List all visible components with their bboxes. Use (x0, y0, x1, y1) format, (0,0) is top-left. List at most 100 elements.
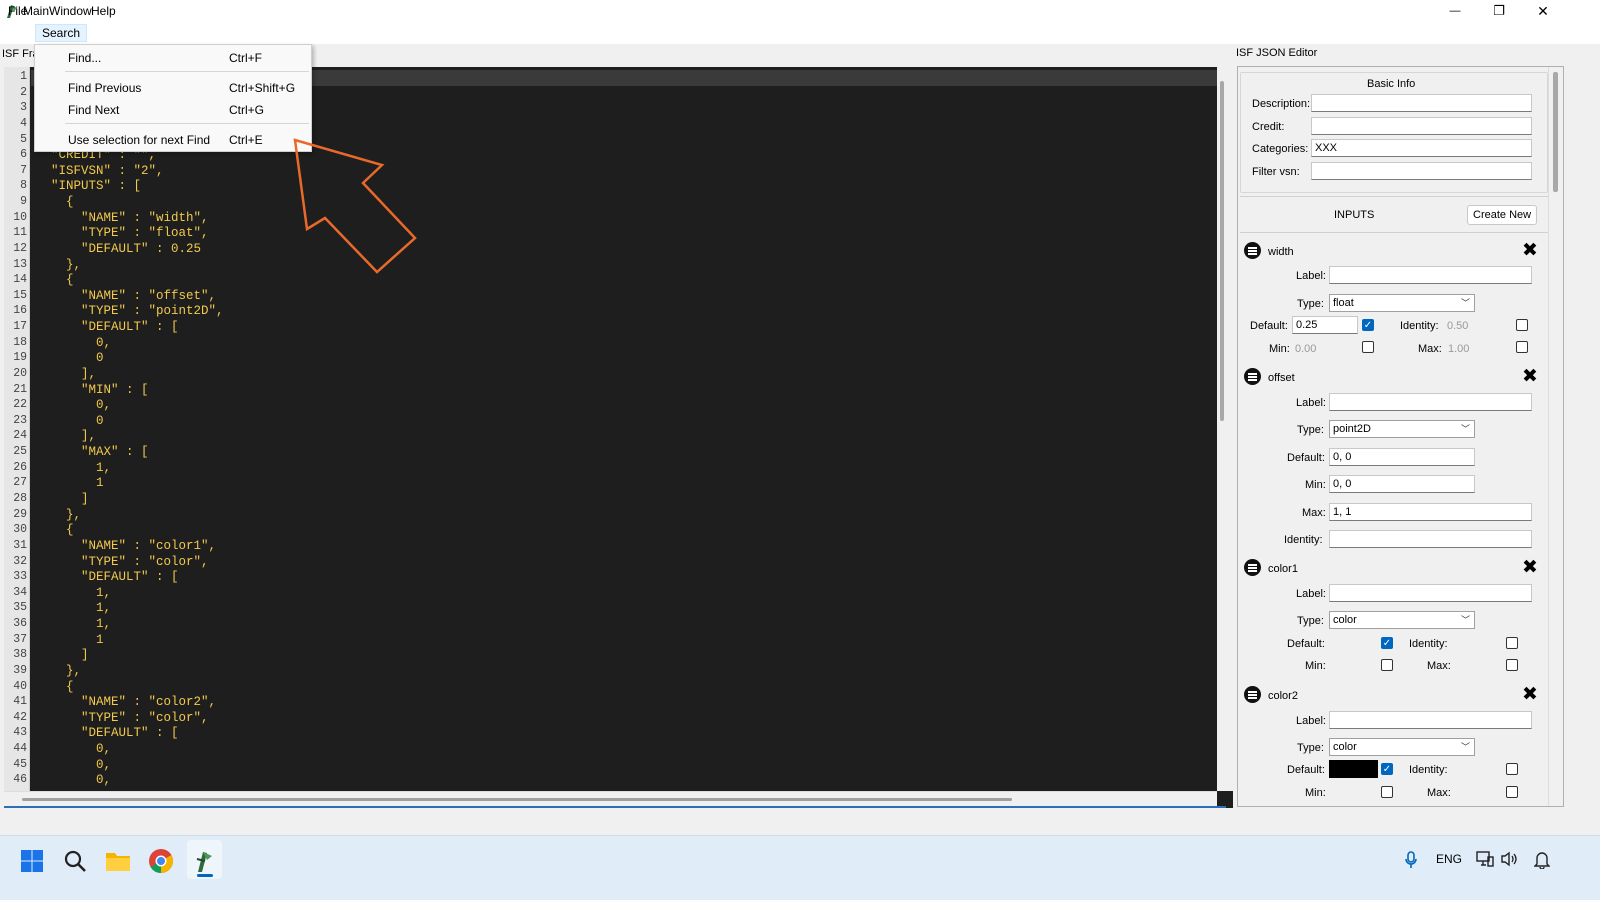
code-line: 1, (36, 617, 112, 632)
description-field[interactable] (1311, 94, 1532, 112)
network-icon[interactable] (1476, 851, 1494, 870)
menu-item-use-selection[interactable]: Use selection for next Find Ctrl+E (35, 130, 311, 150)
max-field[interactable]: 1, 1 (1329, 503, 1532, 521)
search-icon[interactable] (61, 847, 89, 875)
identity-checkbox[interactable] (1516, 319, 1528, 331)
line-number: 30 (13, 523, 27, 537)
identity-checkbox[interactable] (1506, 637, 1518, 649)
type-select-value: color (1333, 614, 1357, 626)
volume-icon[interactable] (1500, 851, 1518, 870)
default-label: Default: (1287, 638, 1325, 650)
menu-item-find-previous[interactable]: Find Previous Ctrl+Shift+G (35, 78, 311, 98)
collapse-icon[interactable] (1244, 242, 1261, 259)
menu-help[interactable]: Help (85, 3, 122, 19)
max-color-swatch[interactable] (1454, 656, 1502, 674)
default-checkbox[interactable]: ✓ (1381, 763, 1393, 775)
line-number: 3 (20, 101, 27, 115)
line-number: 45 (13, 757, 27, 771)
isf-editor-app-icon[interactable] (190, 847, 218, 875)
microphone-icon[interactable] (1404, 851, 1418, 872)
label-field[interactable] (1329, 393, 1532, 411)
default-checkbox[interactable]: ✓ (1362, 319, 1374, 331)
input-name: color2 (1268, 690, 1298, 702)
line-number: 43 (13, 726, 27, 740)
categories-field[interactable]: XXX (1311, 139, 1532, 157)
min-field[interactable]: 0, 0 (1329, 475, 1475, 493)
menu-item-find-next[interactable]: Find Next Ctrl+G (35, 100, 311, 120)
input-name: offset (1268, 372, 1295, 384)
default-checkbox[interactable]: ✓ (1381, 637, 1393, 649)
type-select[interactable]: color ﹀ (1329, 738, 1475, 756)
credit-field[interactable] (1311, 117, 1532, 135)
line-number: 39 (13, 663, 27, 677)
line-number-gutter: 1 2 3 4 5 6 7 8 9 10 11 12 13 14 15 16 17 18 19 20 21 22 23 24 2… (4, 67, 30, 808)
menu-item-shortcut: Ctrl+Shift+G (229, 81, 296, 95)
min-color-swatch[interactable] (1329, 656, 1378, 674)
code-line: "NAME" : "color2", (36, 695, 217, 710)
type-select[interactable]: color ﹀ (1329, 611, 1475, 629)
max-checkbox[interactable] (1506, 786, 1518, 798)
identity-value[interactable]: 0.50 (1447, 320, 1468, 332)
menu-search[interactable]: Search (35, 24, 88, 42)
type-select[interactable]: point2D ﹀ (1329, 420, 1475, 438)
max-color-swatch[interactable] (1454, 783, 1502, 801)
identity-label: Identity: (1409, 764, 1448, 776)
categories-label: Categories: (1252, 143, 1309, 155)
label-field[interactable] (1329, 711, 1532, 729)
delete-input-icon[interactable]: ✖ (1522, 367, 1538, 386)
chrome-icon[interactable] (147, 847, 175, 875)
menu-item-find[interactable]: Find... Ctrl+F (35, 48, 311, 68)
type-select[interactable]: float ﹀ (1329, 294, 1475, 312)
panel-vertical-scroll-thumb[interactable] (1553, 72, 1558, 192)
identity-color-swatch[interactable] (1454, 760, 1502, 778)
editor-vertical-scroll-thumb[interactable] (1220, 81, 1224, 421)
default-color-swatch[interactable] (1329, 760, 1378, 778)
line-number: 25 (13, 445, 27, 459)
max-value[interactable]: 1.00 (1448, 343, 1469, 355)
menu-file[interactable]: File (2, 3, 33, 19)
filter-vsn-field[interactable] (1311, 162, 1532, 180)
line-number: 13 (13, 257, 27, 271)
code-line: 0, (36, 398, 112, 413)
code-line: 1, (36, 460, 112, 475)
delete-input-icon[interactable]: ✖ (1522, 558, 1538, 577)
language-indicator[interactable]: ENG (1436, 852, 1462, 866)
collapse-icon[interactable] (1244, 686, 1261, 703)
identity-color-swatch[interactable] (1454, 634, 1502, 652)
identity-label: Identity: (1409, 638, 1448, 650)
editor-horizontal-scroll-thumb[interactable] (22, 798, 1012, 801)
label-label: Label: (1296, 270, 1326, 282)
identity-checkbox[interactable] (1506, 763, 1518, 775)
code-line: "TYPE" : "color", (36, 710, 209, 725)
windows-start-icon[interactable] (18, 847, 46, 875)
max-checkbox[interactable] (1516, 341, 1528, 353)
create-new-button[interactable]: Create New (1467, 205, 1538, 225)
code-line: 0, (36, 757, 112, 772)
default-field[interactable]: 0.25 (1292, 316, 1358, 334)
label-field[interactable] (1329, 266, 1532, 284)
inputs-heading: INPUTS (1334, 209, 1375, 221)
min-checkbox[interactable] (1381, 786, 1393, 798)
code-line: { (36, 523, 74, 538)
code-line: }, (36, 507, 82, 522)
default-field[interactable]: 0, 0 (1329, 448, 1475, 466)
file-explorer-icon[interactable] (104, 847, 132, 875)
notification-bell-icon[interactable] (1533, 851, 1551, 872)
max-checkbox[interactable] (1506, 659, 1518, 671)
identity-field[interactable] (1329, 530, 1532, 548)
min-color-swatch[interactable] (1329, 783, 1378, 801)
code-editor[interactable]: 1 2 3 4 5 6 7 8 9 10 11 12 13 14 15 16 17 18 19 20 21 22 23 24 2… (4, 67, 1233, 808)
delete-input-icon[interactable]: ✖ (1522, 685, 1538, 704)
collapse-icon[interactable] (1244, 368, 1261, 385)
delete-input-icon[interactable]: ✖ (1522, 241, 1538, 260)
min-value[interactable]: 0.00 (1295, 343, 1316, 355)
collapse-icon[interactable] (1244, 559, 1261, 576)
label-field[interactable] (1329, 584, 1532, 602)
minimize-button[interactable]: — (1432, 0, 1478, 22)
min-checkbox[interactable] (1362, 341, 1374, 353)
maximize-button[interactable]: ❐ (1476, 0, 1522, 22)
close-button[interactable]: ✕ (1520, 0, 1566, 22)
default-color-swatch[interactable] (1329, 634, 1378, 652)
menu-separator (65, 71, 309, 72)
min-checkbox[interactable] (1381, 659, 1393, 671)
